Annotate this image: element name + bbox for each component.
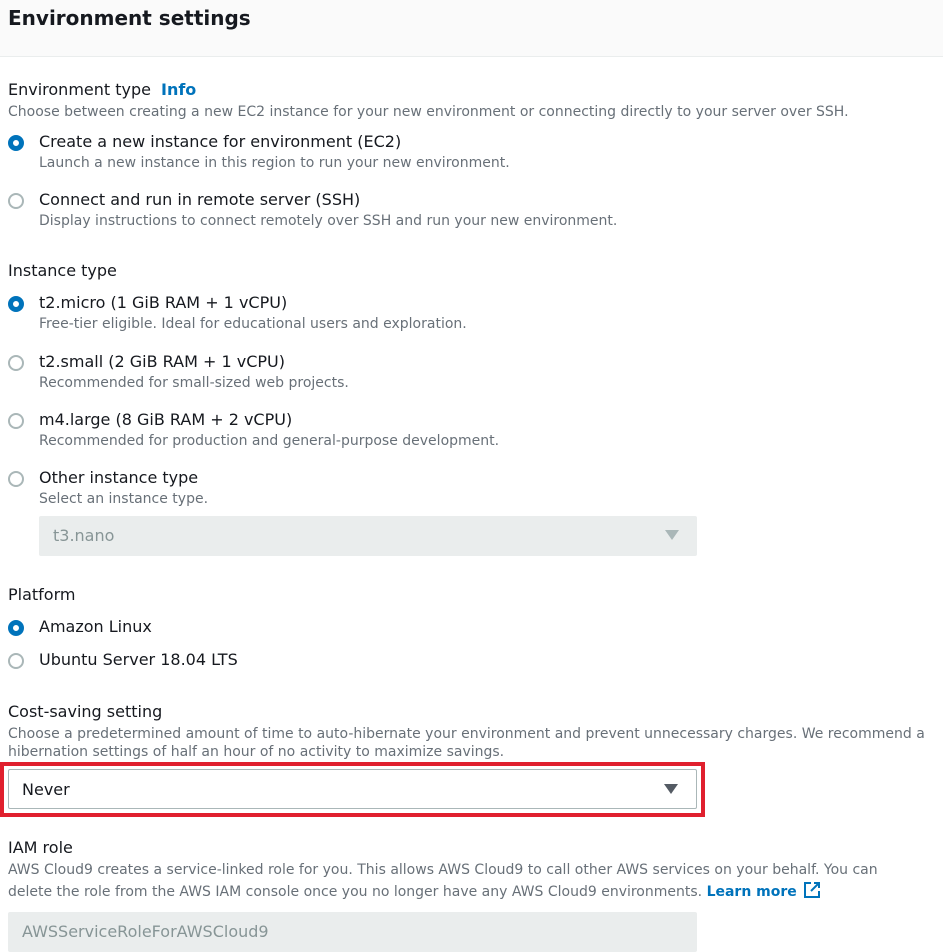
select-value: t3.nano xyxy=(53,526,115,545)
radio-button[interactable] xyxy=(8,193,24,209)
environment-type-label: Environment type Info xyxy=(8,80,196,99)
other-instance-type-select: t3.nano xyxy=(39,516,697,556)
radio-option-m4-large[interactable]: m4.large (8 GiB RAM + 2 vCPU) Recommende… xyxy=(8,410,908,450)
cost-saving-description: Choose a predetermined amount of time to… xyxy=(8,724,938,762)
description-line: hibernation settings of half an hour of … xyxy=(8,744,505,760)
iam-role-input: AWSServiceRoleForAWSCloud9 xyxy=(8,912,697,952)
section-header: Environment settings xyxy=(0,0,943,57)
radio-option-other-instance[interactable]: Other instance type Select an instance t… xyxy=(8,468,908,508)
radio-option-ubuntu[interactable]: Ubuntu Server 18.04 LTS xyxy=(8,650,908,690)
radio-label: Create a new instance for environment (E… xyxy=(39,132,402,151)
caret-down-icon xyxy=(665,530,679,540)
iam-role-description: AWS Cloud9 creates a service-linked role… xyxy=(8,860,938,905)
radio-description: Recommended for small-sized web projects… xyxy=(39,375,349,391)
radio-label: t2.small (2 GiB RAM + 1 vCPU) xyxy=(39,352,285,371)
radio-button[interactable] xyxy=(8,355,24,371)
environment-type-label-text: Environment type xyxy=(8,80,151,99)
radio-description: Display instructions to connect remotely… xyxy=(39,213,618,229)
radio-label: Amazon Linux xyxy=(39,617,152,636)
caret-down-icon xyxy=(664,784,678,794)
radio-label: Ubuntu Server 18.04 LTS xyxy=(39,650,238,669)
instance-type-label: Instance type xyxy=(8,261,117,280)
description-line: AWS Cloud9 creates a service-linked role… xyxy=(8,862,878,878)
radio-label: Connect and run in remote server (SSH) xyxy=(39,190,361,209)
radio-button-selected[interactable] xyxy=(8,135,24,151)
radio-button[interactable] xyxy=(8,413,24,429)
external-link-icon[interactable] xyxy=(803,881,821,905)
iam-role-label: IAM role xyxy=(8,838,73,857)
radio-label: t2.micro (1 GiB RAM + 1 vCPU) xyxy=(39,293,288,312)
description-text: delete the role from the AWS IAM console… xyxy=(8,884,703,900)
radio-button-selected[interactable] xyxy=(8,296,24,312)
radio-option-t2-micro[interactable]: t2.micro (1 GiB RAM + 1 vCPU) Free-tier … xyxy=(8,293,908,333)
radio-button[interactable] xyxy=(8,471,24,487)
radio-label: m4.large (8 GiB RAM + 2 vCPU) xyxy=(39,410,293,429)
radio-description: Recommended for production and general-p… xyxy=(39,433,500,449)
radio-button[interactable] xyxy=(8,653,24,669)
platform-label: Platform xyxy=(8,585,76,604)
description-line: delete the role from the AWS IAM console… xyxy=(8,881,938,905)
radio-option-t2-small[interactable]: t2.small (2 GiB RAM + 1 vCPU) Recommende… xyxy=(8,352,908,392)
select-value: Never xyxy=(22,780,70,799)
radio-description: Select an instance type. xyxy=(39,491,209,507)
radio-option-ssh[interactable]: Connect and run in remote server (SSH) D… xyxy=(8,190,908,230)
environment-type-description: Choose between creating a new EC2 instan… xyxy=(8,104,849,120)
info-link[interactable]: Info xyxy=(161,80,196,99)
input-value: AWSServiceRoleForAWSCloud9 xyxy=(22,922,269,941)
cost-saving-label: Cost-saving setting xyxy=(8,702,163,721)
radio-button-selected[interactable] xyxy=(8,620,24,636)
learn-more-link[interactable]: Learn more xyxy=(707,884,797,900)
description-line: Choose a predetermined amount of time to… xyxy=(8,726,925,742)
radio-option-ec2[interactable]: Create a new instance for environment (E… xyxy=(8,132,908,172)
page-title: Environment settings xyxy=(8,6,251,30)
cost-saving-select[interactable]: Never xyxy=(8,769,697,809)
radio-label: Other instance type xyxy=(39,468,199,487)
radio-description: Free-tier eligible. Ideal for educationa… xyxy=(39,316,467,332)
radio-description: Launch a new instance in this region to … xyxy=(39,155,510,171)
